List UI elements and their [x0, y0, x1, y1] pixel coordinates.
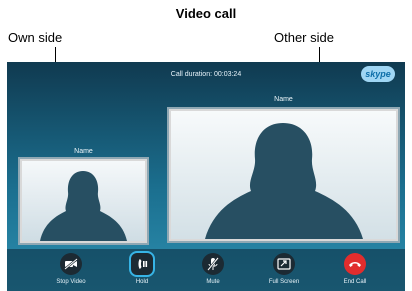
- end-call-control: End Call: [325, 253, 385, 285]
- own-silhouette: [22, 161, 145, 241]
- skype-logo: skype: [361, 66, 395, 82]
- hold-button[interactable]: [131, 253, 153, 275]
- mute-label: Mute: [206, 279, 220, 285]
- end-call-button[interactable]: [344, 253, 366, 275]
- video-call-screen: Call duration: 00:03:24 skype Name Name …: [7, 62, 405, 291]
- own-name-label: Name: [74, 148, 93, 155]
- stop-video-label: Stop Video: [56, 279, 86, 285]
- full-screen-icon: [277, 258, 291, 270]
- figure-title: Video call: [175, 6, 237, 21]
- end-call-label: End Call: [343, 279, 367, 285]
- stop-video-control: Stop Video: [41, 253, 101, 285]
- hold-control: Hold: [112, 253, 172, 285]
- mute-control: Mute: [183, 253, 243, 285]
- callout-own-side: Own side: [8, 30, 63, 45]
- callout-other-side: Other side: [274, 30, 334, 45]
- call-duration: Call duration: 00:03:24: [170, 71, 242, 78]
- call-toolbar: Stop Video Hold Mute Full Screen End Cal…: [7, 249, 405, 291]
- mute-icon: [207, 257, 219, 271]
- mute-button[interactable]: [202, 253, 224, 275]
- video-off-icon: [64, 258, 78, 270]
- full-screen-control: Full Screen: [254, 253, 314, 285]
- other-video-feed[interactable]: [169, 109, 398, 241]
- stop-video-button[interactable]: [60, 253, 82, 275]
- other-silhouette: [171, 111, 396, 239]
- full-screen-label: Full Screen: [268, 279, 300, 285]
- own-video-preview[interactable]: [20, 159, 147, 243]
- hold-icon: [138, 259, 148, 269]
- full-screen-button[interactable]: [273, 253, 295, 275]
- end-call-icon: [349, 262, 361, 267]
- other-name-label: Name: [274, 96, 293, 103]
- hold-label: Hold: [135, 279, 149, 285]
